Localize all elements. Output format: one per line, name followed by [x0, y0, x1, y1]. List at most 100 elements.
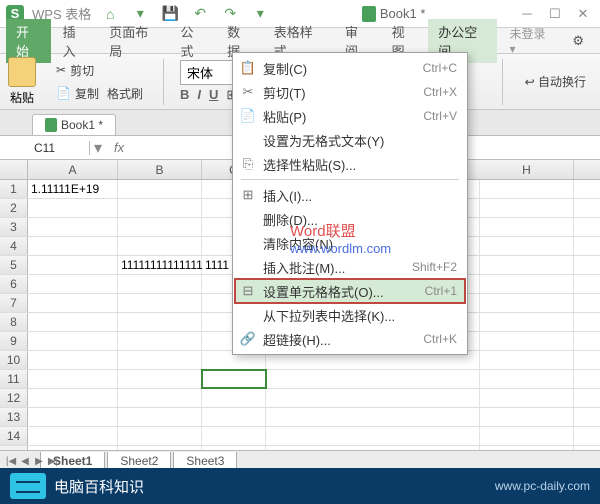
cell-B2[interactable]	[118, 199, 202, 217]
cell-H5[interactable]	[480, 256, 574, 274]
cell-B12[interactable]	[118, 389, 202, 407]
col-header-H[interactable]: H	[480, 160, 574, 179]
row-header-9[interactable]: 9	[0, 332, 28, 350]
cell-C13[interactable]	[202, 408, 266, 426]
menu-公式[interactable]: 公式	[170, 19, 215, 63]
cell-B14[interactable]	[118, 427, 202, 445]
context-复制(C)[interactable]: 📋复制(C)Ctrl+C	[235, 56, 465, 80]
cell-A12[interactable]	[28, 389, 118, 407]
context-删除(D)...[interactable]: 删除(D)...	[235, 207, 465, 231]
cell-A8[interactable]	[28, 313, 118, 331]
maximize-icon[interactable]: ☐	[544, 4, 566, 24]
menu-页面布局[interactable]: 页面布局	[99, 19, 168, 63]
cell-A10[interactable]	[28, 351, 118, 369]
gear-icon[interactable]: ⚙	[562, 30, 594, 52]
cell-H3[interactable]	[480, 218, 574, 236]
auto-wrap-button[interactable]: ↩ 自动换行	[519, 69, 592, 94]
cell-B8[interactable]	[118, 313, 202, 331]
select-all-corner[interactable]	[0, 160, 28, 179]
cut-button[interactable]: ✂ 剪切	[52, 60, 147, 81]
cell-H1[interactable]	[480, 180, 574, 198]
fx-button[interactable]: fx	[106, 140, 132, 155]
cell-H10[interactable]	[480, 351, 574, 369]
cell-A9[interactable]	[28, 332, 118, 350]
row-header-1[interactable]: 1	[0, 180, 28, 198]
cell-B5[interactable]: 11111111111111	[118, 256, 202, 274]
col-header-B[interactable]: B	[118, 160, 202, 179]
copy-format-button[interactable]: 📄 复制 格式刷	[52, 83, 147, 104]
row-header-12[interactable]: 12	[0, 389, 28, 407]
cell-A11[interactable]	[28, 370, 118, 388]
cell-B6[interactable]	[118, 275, 202, 293]
context-超链接(H)...[interactable]: 🔗超链接(H)...Ctrl+K	[235, 327, 465, 351]
context-从下拉列表中选择(K)...[interactable]: 从下拉列表中选择(K)...	[235, 303, 465, 327]
cell-B10[interactable]	[118, 351, 202, 369]
row-header-14[interactable]: 14	[0, 427, 28, 445]
row-header-2[interactable]: 2	[0, 199, 28, 217]
cell-H4[interactable]	[480, 237, 574, 255]
cell-B4[interactable]	[118, 237, 202, 255]
cell-C14[interactable]	[202, 427, 266, 445]
row-header-13[interactable]: 13	[0, 408, 28, 426]
cell-A5[interactable]	[28, 256, 118, 274]
name-box[interactable]: C11	[0, 141, 90, 155]
cell-A14[interactable]	[28, 427, 118, 445]
cell-H12[interactable]	[480, 389, 574, 407]
row-header-10[interactable]: 10	[0, 351, 28, 369]
cell-A3[interactable]	[28, 218, 118, 236]
cell-A7[interactable]	[28, 294, 118, 312]
bold-button[interactable]: B	[180, 87, 189, 103]
cell-H2[interactable]	[480, 199, 574, 217]
context-插入批注(M)...[interactable]: 插入批注(M)...Shift+F2	[235, 255, 465, 279]
underline-button[interactable]: U	[209, 87, 218, 103]
context-插入(I)...[interactable]: ⊞插入(I)...	[235, 183, 465, 207]
name-box-dropdown-icon[interactable]: ▾	[90, 138, 106, 158]
cell-H9[interactable]	[480, 332, 574, 350]
cell-C11[interactable]	[202, 370, 266, 388]
cell-H11[interactable]	[480, 370, 574, 388]
context-设置为无格式文本(Y)[interactable]: 设置为无格式文本(Y)	[235, 128, 465, 152]
cell-B13[interactable]	[118, 408, 202, 426]
col-header-A[interactable]: A	[28, 160, 118, 179]
context-剪切(T)[interactable]: ✂剪切(T)Ctrl+X	[235, 80, 465, 104]
cell-H13[interactable]	[480, 408, 574, 426]
row-header-6[interactable]: 6	[0, 275, 28, 293]
minimize-icon[interactable]: ─	[516, 4, 538, 24]
doc-tab[interactable]: Book1 *	[32, 114, 116, 135]
cell-A4[interactable]	[28, 237, 118, 255]
cell-H14[interactable]	[480, 427, 574, 445]
close-icon[interactable]: ✕	[572, 4, 594, 24]
cell-H8[interactable]	[480, 313, 574, 331]
row-header-7[interactable]: 7	[0, 294, 28, 312]
context-选择性粘贴(S)...[interactable]: ⎘选择性粘贴(S)...	[235, 152, 465, 176]
cell-A1[interactable]: 1.11111E+19	[28, 180, 118, 198]
sheet-nav-prev-icon[interactable]: ◀	[18, 456, 32, 467]
sheet-nav-last-icon[interactable]: ▶|	[46, 456, 60, 467]
paste-button[interactable]: 粘贴	[8, 57, 36, 106]
sheet-nav-first-icon[interactable]: |◀	[4, 456, 18, 467]
row-header-4[interactable]: 4	[0, 237, 28, 255]
cell-A13[interactable]	[28, 408, 118, 426]
context-粘贴(P)[interactable]: 📄粘贴(P)Ctrl+V	[235, 104, 465, 128]
cell-B9[interactable]	[118, 332, 202, 350]
cell-H6[interactable]	[480, 275, 574, 293]
menu-插入[interactable]: 插入	[53, 19, 98, 63]
menu-开始[interactable]: 开始	[6, 19, 51, 63]
cell-B11[interactable]	[118, 370, 202, 388]
cell-A2[interactable]	[28, 199, 118, 217]
context-清除内容(N)[interactable]: 清除内容(N)	[235, 231, 465, 255]
login-status[interactable]: 未登录 ▾	[501, 25, 560, 56]
context-设置单元格格式(O)...[interactable]: ⊟设置单元格格式(O)...Ctrl+1	[235, 279, 465, 303]
cell-B7[interactable]	[118, 294, 202, 312]
cell-A6[interactable]	[28, 275, 118, 293]
cell-B1[interactable]	[118, 180, 202, 198]
italic-button[interactable]: I	[197, 87, 201, 103]
sheet-nav-next-icon[interactable]: ▶	[32, 456, 46, 467]
row-header-11[interactable]: 11	[0, 370, 28, 388]
cell-H7[interactable]	[480, 294, 574, 312]
cell-B3[interactable]	[118, 218, 202, 236]
row-header-3[interactable]: 3	[0, 218, 28, 236]
cell-C12[interactable]	[202, 389, 266, 407]
row-header-5[interactable]: 5	[0, 256, 28, 274]
row-header-8[interactable]: 8	[0, 313, 28, 331]
